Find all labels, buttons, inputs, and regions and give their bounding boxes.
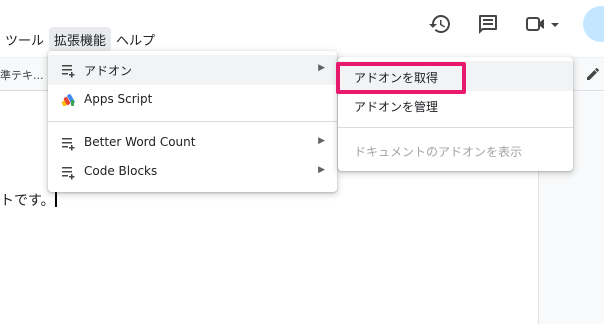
addons-icon xyxy=(60,135,76,151)
dropdown-caret-icon[interactable] xyxy=(548,12,562,36)
menu-bar: ツール 拡張機能 ヘルプ xyxy=(0,26,160,52)
extensions-menu: アドオン ▶ Apps Script Better Word Count ▶ C… xyxy=(48,51,337,192)
menu-item-better-word-count[interactable]: Better Word Count ▶ xyxy=(48,128,337,158)
text-cursor xyxy=(55,190,57,207)
menu-item-label: アドオン xyxy=(84,64,133,78)
menu-item-apps-script[interactable]: Apps Script xyxy=(48,85,337,115)
menu-help[interactable]: ヘルプ xyxy=(111,27,160,52)
pencil-icon[interactable] xyxy=(585,66,601,82)
meet-icon[interactable] xyxy=(524,12,548,36)
menu-item-label: Better Word Count xyxy=(84,135,196,149)
menu-item-code-blocks[interactable]: Code Blocks ▶ xyxy=(48,157,337,187)
paragraph-style-select[interactable]: 準テキ... xyxy=(0,67,44,83)
submenu-arrow-icon: ▶ xyxy=(318,136,325,146)
addons-icon xyxy=(60,62,76,78)
submenu-item-label: アドオンを管理 xyxy=(354,100,439,114)
addons-icon xyxy=(60,164,76,180)
document-text[interactable]: トです。 xyxy=(0,190,55,210)
annotation-highlight xyxy=(336,62,466,94)
submenu-arrow-icon: ▶ xyxy=(318,165,325,175)
menu-divider xyxy=(48,121,337,122)
menu-item-label: Code Blocks xyxy=(84,164,158,178)
submenu-item-view-document-addons: ドキュメントのアドオンを表示 xyxy=(338,135,573,165)
apps-script-icon xyxy=(60,92,76,108)
history-icon[interactable] xyxy=(428,12,452,36)
menu-divider xyxy=(338,127,573,128)
submenu-item-label: ドキュメントのアドオンを表示 xyxy=(354,145,523,159)
avatar[interactable] xyxy=(583,6,604,42)
menu-tools[interactable]: ツール xyxy=(0,27,49,52)
submenu-item-manage-addons[interactable]: アドオンを管理 xyxy=(338,90,573,120)
comment-icon[interactable] xyxy=(476,12,500,36)
submenu-arrow-icon: ▶ xyxy=(318,63,325,73)
menu-item-addons[interactable]: アドオン ▶ xyxy=(48,55,337,85)
menu-extensions[interactable]: 拡張機能 xyxy=(49,26,112,52)
menu-item-label: Apps Script xyxy=(84,92,153,106)
